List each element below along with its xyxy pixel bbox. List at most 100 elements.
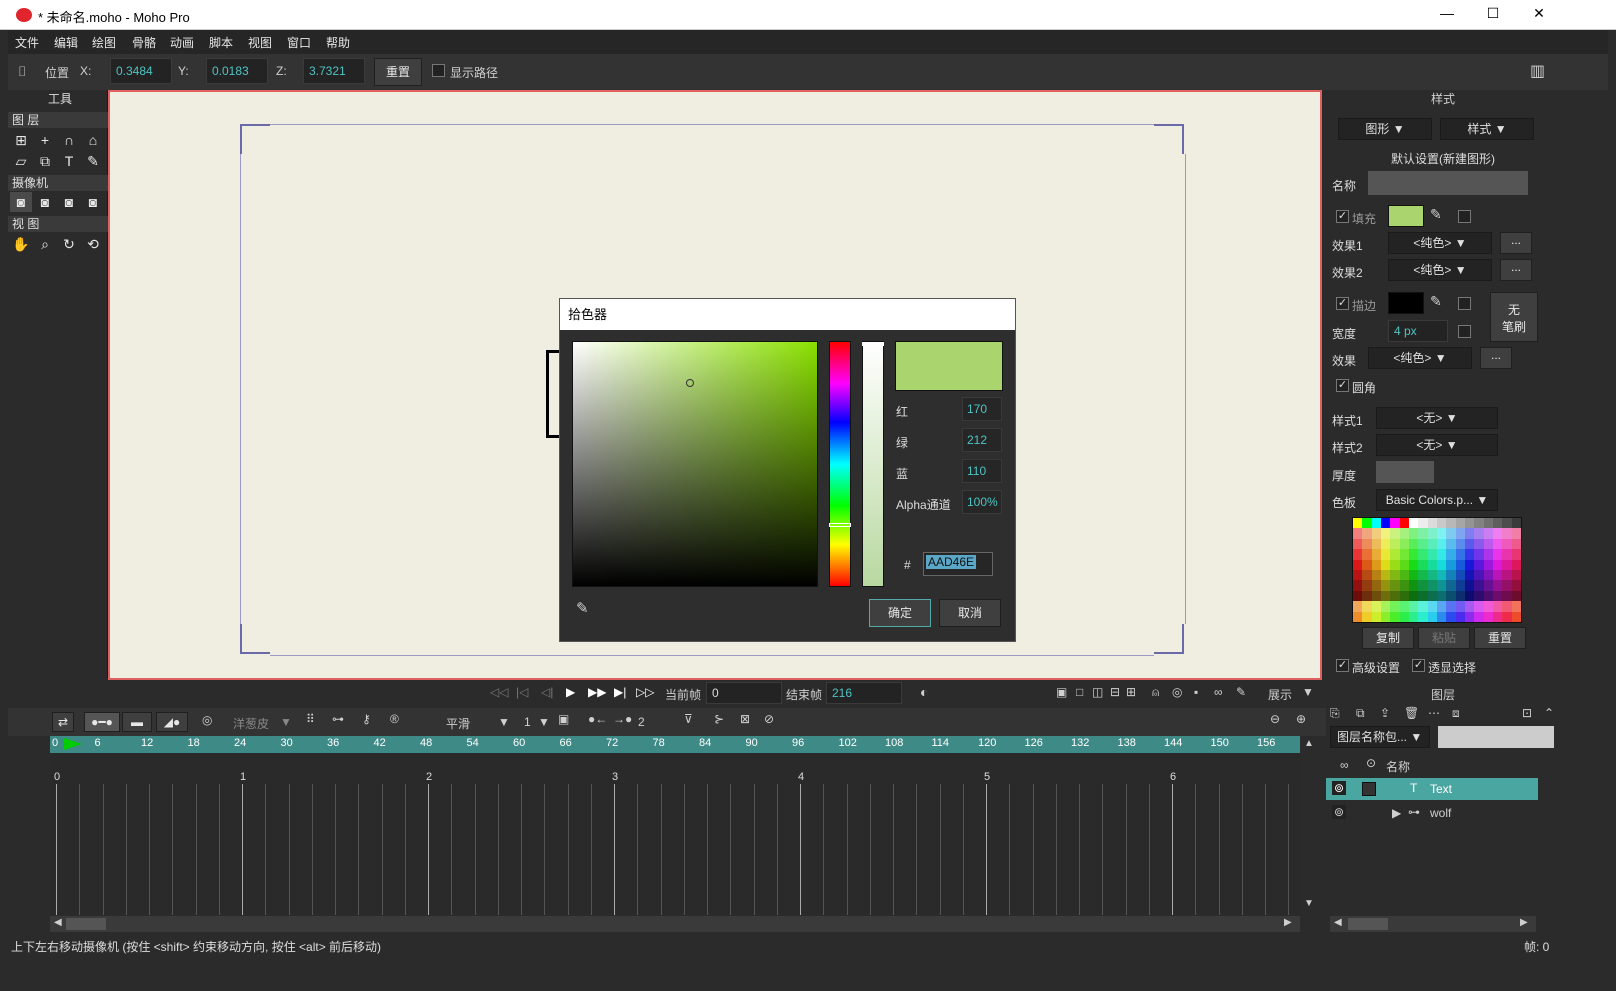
- palette-swatch[interactable]: [1511, 611, 1521, 622]
- step-forward-icon[interactable]: ▶▶: [588, 685, 606, 699]
- layers-hscroll[interactable]: ◀ ▶: [1330, 916, 1536, 932]
- layer-search-input[interactable]: [1438, 726, 1554, 748]
- timeline-vscroll[interactable]: ▲ ▼: [1302, 736, 1316, 916]
- palette-swatch[interactable]: [1427, 580, 1437, 591]
- palette-swatch[interactable]: [1502, 549, 1512, 560]
- palette-swatch[interactable]: [1464, 590, 1475, 602]
- layers-scroll-right-icon[interactable]: ▶: [1520, 917, 1528, 928]
- palette-swatch[interactable]: [1474, 538, 1484, 550]
- palette-swatch[interactable]: [1436, 580, 1447, 591]
- branch-icon[interactable]: ⊱: [714, 712, 724, 726]
- fx-view-icon[interactable]: ◎: [1172, 685, 1182, 699]
- palette-swatch[interactable]: [1390, 528, 1400, 539]
- sync-icon[interactable]: ⇄: [52, 712, 74, 732]
- palette-swatch[interactable]: [1371, 518, 1381, 529]
- stroke-color-swatch[interactable]: [1388, 292, 1424, 314]
- palette-swatch[interactable]: [1455, 559, 1465, 570]
- end-frame-field[interactable]: 216: [826, 682, 902, 704]
- orbit-icon[interactable]: ⟲: [82, 234, 104, 254]
- palette-swatch[interactable]: [1511, 559, 1521, 570]
- palette-swatch[interactable]: [1371, 549, 1381, 560]
- layer-visibility-icon[interactable]: ⊚: [1332, 781, 1347, 795]
- reset-style-button[interactable]: 重置: [1474, 627, 1526, 649]
- palette-swatch[interactable]: [1390, 518, 1400, 529]
- palette-swatch[interactable]: [1483, 590, 1493, 602]
- palette-swatch[interactable]: [1371, 538, 1381, 550]
- palette-swatch[interactable]: [1483, 538, 1493, 550]
- collapse-icon[interactable]: ⊡: [1522, 706, 1532, 720]
- add-point-icon[interactable]: +: [34, 130, 56, 150]
- prev-keyframe-icon[interactable]: ●←: [588, 712, 607, 726]
- cancel-button[interactable]: 取消: [939, 599, 1001, 627]
- layer-row-wolf[interactable]: ⊚ ▶ ⊶ wolf: [1326, 802, 1538, 824]
- palette-swatch[interactable]: [1390, 580, 1400, 591]
- palette-swatch[interactable]: [1492, 528, 1503, 539]
- layer-color-swatch[interactable]: [1362, 806, 1376, 820]
- palette-swatch[interactable]: [1474, 528, 1484, 539]
- zoom-in-icon[interactable]: ⊕: [1296, 712, 1306, 726]
- minimize-button[interactable]: —: [1432, 5, 1462, 25]
- expand-up-icon[interactable]: ⌃: [1544, 706, 1554, 720]
- palette-swatch[interactable]: [1399, 528, 1409, 539]
- layer-sort-dropdown[interactable]: 图层名称包... ▼: [1330, 726, 1430, 748]
- palette-swatch[interactable]: [1399, 549, 1409, 560]
- palette-swatch[interactable]: [1390, 538, 1400, 550]
- palette-swatch[interactable]: [1427, 528, 1437, 539]
- z-field[interactable]: 3.7321: [303, 58, 365, 84]
- key-filter-icon[interactable]: ▣: [558, 712, 569, 726]
- palette-swatch[interactable]: [1362, 590, 1372, 602]
- palette-swatch[interactable]: [1464, 528, 1475, 539]
- palette-swatch[interactable]: [1353, 559, 1363, 570]
- effect-dropdown[interactable]: <纯色> ▼: [1368, 347, 1472, 369]
- effect2-more-button[interactable]: ...: [1500, 259, 1532, 281]
- expand-arrow-icon[interactable]: ▶: [1392, 806, 1401, 820]
- palette-swatch[interactable]: [1362, 528, 1372, 539]
- stereo-icon[interactable]: ∞: [1214, 685, 1223, 699]
- new-layer-icon[interactable]: ⎘: [1330, 706, 1340, 721]
- palette-swatch[interactable]: [1399, 580, 1409, 591]
- palette-swatch[interactable]: [1418, 538, 1428, 550]
- hand-icon[interactable]: ✋: [10, 234, 32, 254]
- palette-swatch[interactable]: [1492, 518, 1503, 529]
- palette-swatch[interactable]: [1362, 569, 1372, 581]
- menu-script[interactable]: 脚本: [209, 34, 233, 51]
- palette-swatch[interactable]: [1427, 569, 1437, 581]
- palette-swatch[interactable]: [1502, 559, 1512, 570]
- saturation-value-field[interactable]: [572, 341, 818, 587]
- palette-swatch[interactable]: [1436, 559, 1447, 570]
- palette-swatch[interactable]: [1492, 601, 1503, 612]
- palette-swatch[interactable]: [1418, 549, 1428, 560]
- x-field[interactable]: 0.3484: [110, 58, 172, 84]
- palette-swatch[interactable]: [1371, 590, 1381, 602]
- palette-swatch[interactable]: [1362, 518, 1372, 529]
- interpolation-dropdown-icon[interactable]: ▼: [498, 715, 510, 729]
- no-brush-button[interactable]: 无 笔刷: [1490, 292, 1538, 342]
- next-keyframe-icon[interactable]: →●: [613, 712, 632, 726]
- brush-icon[interactable]: ✎: [82, 151, 104, 171]
- palette-swatch[interactable]: [1353, 611, 1363, 622]
- palette-swatch[interactable]: [1474, 518, 1484, 529]
- menu-view[interactable]: 视图: [248, 34, 272, 51]
- palette-swatch[interactable]: [1474, 611, 1484, 622]
- palette-swatch[interactable]: [1483, 611, 1493, 622]
- palette-swatch[interactable]: [1511, 549, 1521, 560]
- pan-tilt-camera-icon[interactable]: ◙: [82, 192, 104, 212]
- palette-swatch[interactable]: [1427, 518, 1437, 529]
- zoom-out-icon[interactable]: ⊖: [1270, 712, 1280, 726]
- paste-button[interactable]: 粘贴: [1418, 627, 1470, 649]
- palette-swatch[interactable]: [1353, 601, 1363, 612]
- palette-swatch[interactable]: [1455, 518, 1465, 529]
- palette-swatch[interactable]: [1483, 528, 1493, 539]
- palette-swatch[interactable]: [1390, 559, 1400, 570]
- stroke-extra-checkbox[interactable]: [1458, 297, 1471, 310]
- palette-swatch[interactable]: [1380, 518, 1391, 529]
- palette-swatch[interactable]: [1371, 580, 1381, 591]
- fill-extra-checkbox[interactable]: [1458, 210, 1471, 223]
- delete-layer-icon[interactable]: 🗑: [1404, 706, 1419, 720]
- hex-field[interactable]: AAD46E: [923, 552, 993, 576]
- palette-swatch[interactable]: [1511, 569, 1521, 581]
- palette-swatch[interactable]: [1492, 580, 1503, 591]
- palette-swatch[interactable]: [1502, 580, 1512, 591]
- ok-button[interactable]: 确定: [869, 599, 931, 627]
- palette-swatch[interactable]: [1455, 569, 1465, 581]
